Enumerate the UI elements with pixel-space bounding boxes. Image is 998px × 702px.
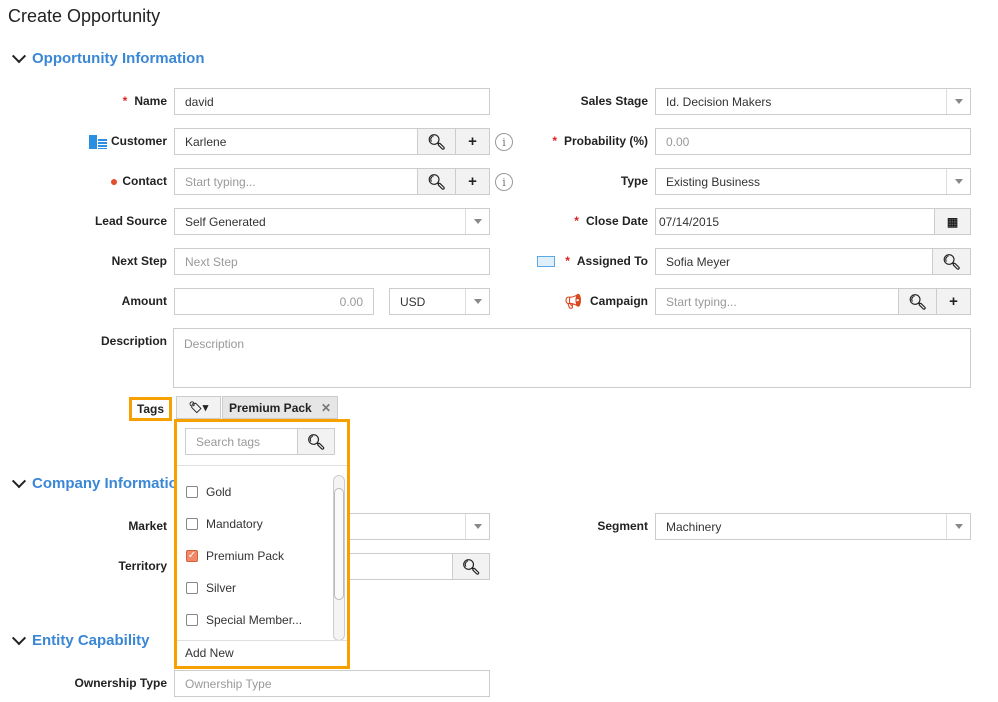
tags-label: Tags xyxy=(129,397,172,421)
tag-option-premium-pack[interactable]: ✓ Premium Pack xyxy=(177,540,333,572)
customer-input[interactable]: Karlene xyxy=(174,128,418,155)
building-icon xyxy=(88,134,107,149)
search-icon: 🔍︎ xyxy=(426,133,447,151)
search-icon: 🔍︎ xyxy=(426,173,447,191)
search-icon: 🔍︎ xyxy=(941,253,962,271)
megaphone-icon: 📢︎ xyxy=(564,293,582,309)
ownership-type-label: Ownership Type xyxy=(74,676,167,690)
customer-search-button[interactable]: 🔍︎ xyxy=(417,128,456,155)
add-new-tag-link[interactable]: Add New xyxy=(185,646,234,660)
checkbox xyxy=(186,518,198,530)
id-card-icon xyxy=(537,256,556,267)
section-entity-capability[interactable]: Entity Capability xyxy=(11,630,150,649)
caret-down-icon xyxy=(465,209,489,234)
sales-stage-select[interactable]: Id. Decision Makers xyxy=(655,88,971,115)
calendar-icon: ▦ xyxy=(946,214,959,229)
chevron-down-icon xyxy=(11,48,27,63)
checkbox xyxy=(186,486,198,498)
plus-icon: + xyxy=(949,293,958,310)
caret-down-icon xyxy=(946,514,970,539)
amount-label: Amount xyxy=(121,294,167,308)
name-input[interactable]: david xyxy=(174,88,490,115)
sales-stage-label: Sales Stage xyxy=(580,94,648,108)
caret-down-icon xyxy=(946,89,970,114)
segment-select[interactable]: Machinery xyxy=(655,513,971,540)
calendar-button[interactable]: ▦ xyxy=(934,208,971,235)
segment-label: Segment xyxy=(597,519,648,533)
lead-source-label: Lead Source xyxy=(94,214,167,228)
next-step-input[interactable]: Next Step xyxy=(174,248,490,275)
tag-chip: Premium Pack ✕ xyxy=(222,396,338,419)
checkbox xyxy=(186,582,198,594)
contact-label: ● Contact xyxy=(40,168,167,195)
tag-option-silver[interactable]: Silver xyxy=(177,572,333,604)
scrollbar[interactable] xyxy=(333,475,345,641)
description-label: Description xyxy=(100,334,167,348)
tag-list: Gold Mandatory ✓ Premium Pack Silver Spec… xyxy=(177,476,333,636)
search-icon: 🔍︎ xyxy=(306,433,326,451)
type-label: Type xyxy=(620,174,648,188)
search-icon: 🔍︎ xyxy=(907,293,928,311)
scrollbar-thumb[interactable] xyxy=(334,488,344,600)
page-title: Create Opportunity xyxy=(8,6,161,26)
section-title: Opportunity Information xyxy=(32,50,205,67)
market-label: Market xyxy=(128,519,167,533)
territory-search-button[interactable]: 🔍︎ xyxy=(452,553,490,580)
tag-option-special-member[interactable]: Special Member... xyxy=(177,604,333,636)
info-icon[interactable]: i xyxy=(495,173,513,191)
campaign-add-button[interactable]: + xyxy=(936,288,971,315)
checkbox xyxy=(186,614,198,626)
customer-label: Customer xyxy=(40,128,167,155)
checkbox-checked: ✓ xyxy=(186,550,198,562)
assigned-to-input[interactable]: Sofia Meyer xyxy=(655,248,933,275)
contacts-icon: ● xyxy=(109,173,119,189)
assigned-to-label: * Assigned To xyxy=(520,248,648,275)
section-company-information[interactable]: Company Information xyxy=(11,473,188,492)
close-icon[interactable]: ✕ xyxy=(321,401,331,415)
contact-search-button[interactable]: 🔍︎ xyxy=(417,168,456,195)
chevron-down-icon xyxy=(11,630,27,645)
section-title: Entity Capability xyxy=(32,632,150,649)
probability-input[interactable]: 0.00 xyxy=(655,128,971,155)
territory-label: Territory xyxy=(118,559,167,573)
lead-source-select[interactable]: Self Generated xyxy=(174,208,490,235)
campaign-search-button[interactable]: 🔍︎ xyxy=(898,288,937,315)
contact-input[interactable]: Start typing... xyxy=(174,168,418,195)
section-opportunity-information[interactable]: Opportunity Information xyxy=(11,48,205,67)
type-select[interactable]: Existing Business xyxy=(655,168,971,195)
section-title: Company Information xyxy=(32,475,188,492)
ownership-type-input[interactable]: Ownership Type xyxy=(174,670,490,697)
next-step-label: Next Step xyxy=(111,254,167,268)
assigned-to-search-button[interactable]: 🔍︎ xyxy=(932,248,971,275)
description-textarea[interactable]: Description xyxy=(173,328,971,388)
close-date-label: * Close Date xyxy=(574,214,648,228)
tag-search-button[interactable]: 🔍︎ xyxy=(297,428,335,455)
tag-search-input[interactable]: Search tags xyxy=(185,428,298,455)
tag-icon: 🏷︎ xyxy=(188,402,203,414)
chevron-down-icon xyxy=(11,473,27,488)
close-date-input[interactable]: 07/14/2015 xyxy=(655,208,935,235)
plus-icon: + xyxy=(468,173,477,190)
probability-label: * Probability (%) xyxy=(552,134,648,148)
tag-dropdown-button[interactable]: 🏷︎ ▾ xyxy=(176,396,221,419)
info-icon[interactable]: i xyxy=(495,133,513,151)
currency-select[interactable]: USD xyxy=(389,288,490,315)
caret-down-icon xyxy=(465,289,489,314)
search-icon: 🔍︎ xyxy=(461,558,481,576)
tag-option-mandatory[interactable]: Mandatory xyxy=(177,508,333,540)
caret-down-icon xyxy=(465,514,489,539)
plus-icon: + xyxy=(468,133,477,150)
tag-option-gold[interactable]: Gold xyxy=(177,476,333,508)
customer-add-button[interactable]: + xyxy=(455,128,490,155)
tag-dropdown-menu: Search tags 🔍︎ Gold Mandatory ✓ Premium P… xyxy=(174,419,350,669)
campaign-label: 📢︎ Campaign xyxy=(520,288,648,315)
contact-add-button[interactable]: + xyxy=(455,168,490,195)
caret-down-icon xyxy=(946,169,970,194)
amount-input[interactable]: 0.00 xyxy=(174,288,374,315)
campaign-input[interactable]: Start typing... xyxy=(655,288,899,315)
name-label: * Name xyxy=(122,94,167,108)
